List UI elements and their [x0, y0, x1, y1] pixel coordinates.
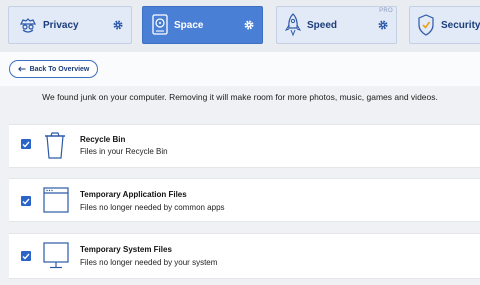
list-item[interactable]: Recycle Bin Files in your Recycle Bin [9, 124, 480, 168]
tab-privacy-label: Privacy [43, 20, 79, 31]
list-item[interactable]: Temporary Application Files Files no lon… [9, 178, 480, 222]
shield-icon [418, 14, 434, 36]
disk-icon [152, 14, 168, 35]
trash-icon [45, 132, 65, 159]
list-item[interactable]: Temporary System Files Files no longer n… [9, 233, 480, 279]
item-description: Files no longer needed by your system [80, 258, 218, 267]
tab-space[interactable]: Space [142, 6, 263, 44]
intro-text: We found junk on your computer. Removing… [42, 92, 438, 102]
app-window-icon [43, 187, 69, 213]
checkbox-temp-app-files[interactable] [21, 196, 31, 206]
tab-speed-label: Speed [307, 20, 338, 31]
navigation-bar: Back To Overview [0, 52, 480, 86]
checkmark-icon [22, 198, 30, 205]
item-description: Files no longer needed by common apps [80, 203, 225, 212]
feature-tab-bar: Privacy Space PRO Speed Security [0, 0, 480, 52]
gear-icon[interactable] [112, 19, 124, 31]
back-to-overview-label: Back To Overview [29, 65, 90, 73]
rocket-icon [285, 13, 301, 37]
pro-badge: PRO [379, 8, 393, 14]
checkbox-temp-system-files[interactable] [21, 251, 31, 261]
checkmark-icon [22, 141, 30, 148]
tab-security-label: Security [441, 20, 480, 31]
checkbox-recycle-bin[interactable] [21, 139, 31, 149]
checkmark-icon [22, 253, 30, 260]
tab-speed[interactable]: PRO Speed [276, 6, 397, 44]
item-description: Files in your Recycle Bin [80, 147, 168, 156]
spy-icon [20, 18, 36, 33]
item-title: Temporary System Files [80, 245, 172, 254]
back-to-overview-button[interactable]: Back To Overview [9, 60, 98, 78]
gear-icon[interactable] [243, 19, 255, 31]
item-title: Temporary Application Files [80, 190, 187, 199]
tab-security[interactable]: Security [409, 6, 480, 44]
tab-privacy[interactable]: Privacy [8, 6, 132, 44]
arrow-left-icon [17, 66, 26, 72]
monitor-icon [43, 242, 69, 269]
tab-space-label: Space [174, 20, 204, 31]
item-title: Recycle Bin [80, 135, 126, 144]
gear-icon[interactable] [377, 19, 389, 31]
